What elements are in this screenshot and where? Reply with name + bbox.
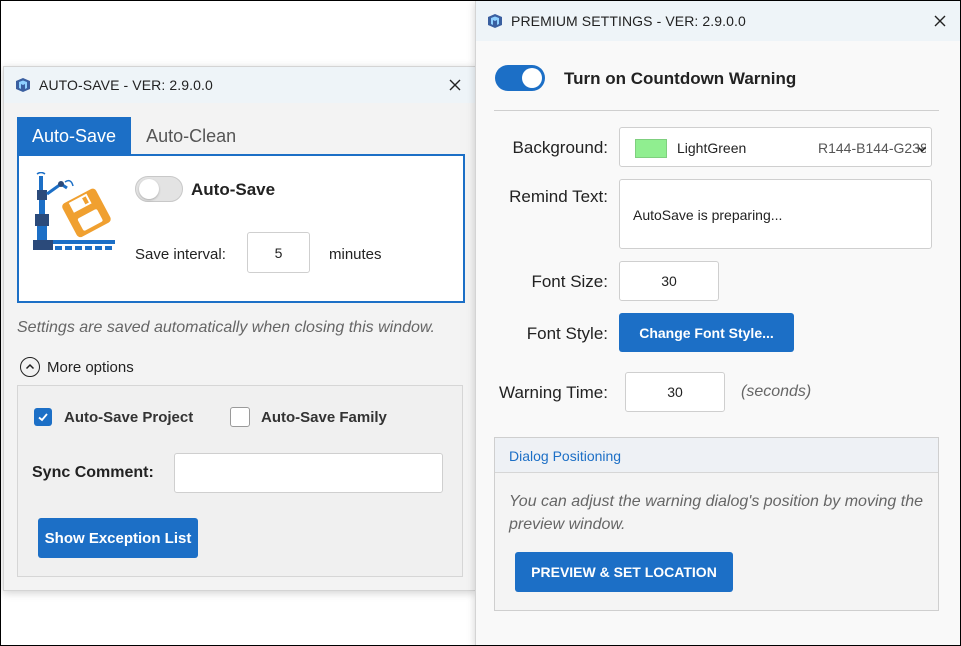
warning-time-unit: (seconds) xyxy=(741,383,812,400)
countdown-warning-label: Turn on Countdown Warning xyxy=(564,69,797,88)
warning-time-input[interactable]: 30 xyxy=(625,372,725,412)
autosave-window: AUTO-SAVE - VER: 2.9.0.0 Auto-Save Auto-… xyxy=(3,66,476,591)
sync-comment-input[interactable] xyxy=(174,453,443,493)
sync-comment-label: Sync Comment: xyxy=(32,464,154,481)
autosave-titlebar[interactable]: AUTO-SAVE - VER: 2.9.0.0 xyxy=(4,67,475,103)
auto-save-toggle[interactable] xyxy=(135,176,183,202)
save-interval-unit: minutes xyxy=(329,246,382,263)
countdown-warning-toggle[interactable] xyxy=(495,65,545,91)
chevron-up-icon[interactable] xyxy=(20,357,40,377)
app-logo-icon xyxy=(487,13,503,29)
auto-save-toggle-label: Auto-Save xyxy=(191,180,276,199)
more-options-panel: Auto-Save Project Auto-Save Family Sync … xyxy=(17,385,463,577)
dialog-positioning-header: Dialog Positioning xyxy=(495,438,938,473)
remind-text-value: AutoSave is preparing... xyxy=(633,207,783,223)
premium-window-title: PREMIUM SETTINGS - VER: 2.9.0.0 xyxy=(511,13,746,29)
background-label: Background: xyxy=(512,138,608,157)
color-swatch xyxy=(635,139,667,158)
autosave-window-title: AUTO-SAVE - VER: 2.9.0.0 xyxy=(39,77,213,93)
close-icon[interactable] xyxy=(930,11,950,31)
save-interval-label: Save interval: xyxy=(135,246,226,263)
toggle-knob xyxy=(139,179,159,199)
tab-auto-save[interactable]: Auto-Save xyxy=(17,117,132,155)
remind-text-input[interactable]: AutoSave is preparing... xyxy=(619,179,932,249)
auto-save-family-label: Auto-Save Family xyxy=(261,409,387,426)
dialog-positioning-panel: Dialog Positioning You can adjust the wa… xyxy=(494,437,939,611)
autosave-tabs: Auto-Save Auto-Clean xyxy=(17,117,251,155)
dropdown-chevron-icon xyxy=(917,141,927,159)
toggle-knob xyxy=(522,68,542,88)
dialog-positioning-description: You can adjust the warning dialog's posi… xyxy=(509,493,923,533)
background-color-name: LightGreen xyxy=(677,140,747,156)
auto-save-project-label: Auto-Save Project xyxy=(64,409,194,426)
premium-settings-window: PREMIUM SETTINGS - VER: 2.9.0.0 Turn on … xyxy=(475,0,961,646)
auto-save-tab-panel: Auto-Save Save interval: 5 minutes xyxy=(17,154,465,303)
font-style-label: Font Style: xyxy=(526,324,608,343)
background-color-code: R144-B144-G238 xyxy=(818,140,926,156)
font-size-label: Font Size: xyxy=(531,272,608,291)
preview-set-location-button[interactable]: PREVIEW & SET LOCATION xyxy=(515,552,733,592)
more-options-toggle[interactable]: More options xyxy=(47,359,134,376)
auto-save-project-checkbox[interactable] xyxy=(34,408,52,426)
auto-save-family-checkbox[interactable] xyxy=(230,407,250,427)
background-color-select[interactable]: LightGreen R144-B144-G238 xyxy=(619,127,932,167)
checkmark-icon xyxy=(38,413,48,422)
change-font-style-button[interactable]: Change Font Style... xyxy=(619,313,794,352)
section-divider xyxy=(494,110,939,111)
font-size-input[interactable]: 30 xyxy=(619,261,719,301)
app-logo-icon xyxy=(15,77,31,93)
save-interval-input[interactable]: 5 xyxy=(247,232,310,273)
close-icon[interactable] xyxy=(445,75,465,95)
dialog-positioning-title: Dialog Positioning xyxy=(509,448,622,464)
show-exception-list-button[interactable]: Show Exception List xyxy=(38,518,198,558)
premium-titlebar[interactable]: PREMIUM SETTINGS - VER: 2.9.0.0 xyxy=(476,1,960,41)
robot-arm-floppy-icon xyxy=(31,171,117,254)
tab-auto-clean[interactable]: Auto-Clean xyxy=(131,117,251,155)
autosave-note: Settings are saved automatically when cl… xyxy=(17,319,435,336)
remind-text-label: Remind Text: xyxy=(509,187,608,206)
warning-time-label: Warning Time: xyxy=(499,383,608,402)
